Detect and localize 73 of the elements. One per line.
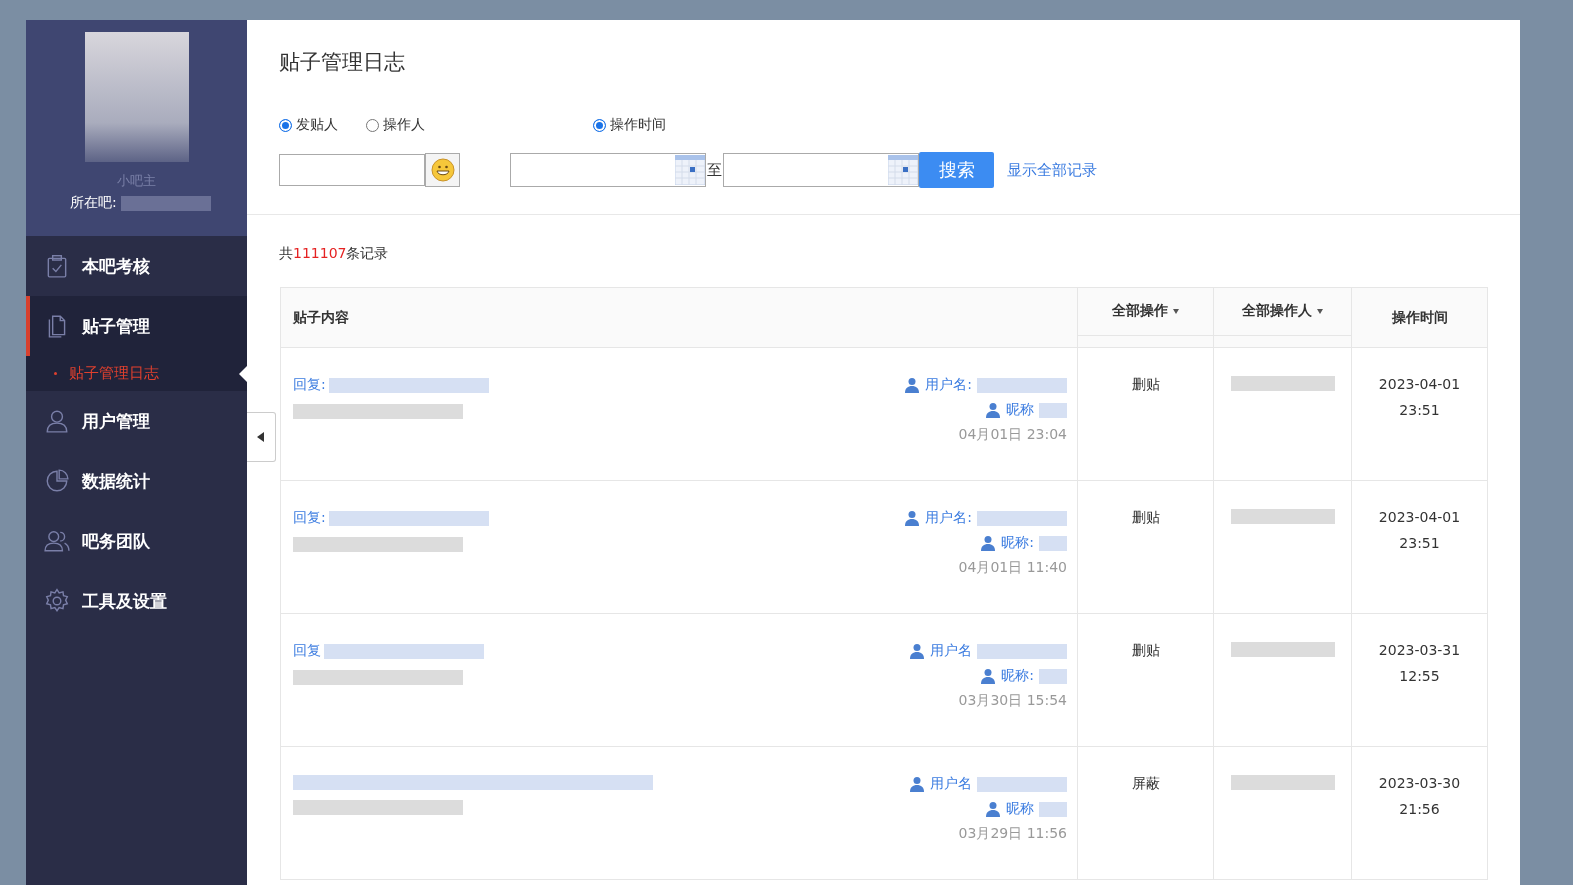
post-time: 03月29日 11:56 (958, 825, 1067, 843)
nickname-label: 昵称 (1006, 800, 1034, 818)
reply-link[interactable]: 回复: (293, 376, 326, 394)
menu-item[interactable]: 本吧考核 (26, 236, 247, 296)
column-header: 贴子内容 (281, 288, 1078, 348)
menu-item[interactable]: 数据统计 (26, 451, 247, 511)
record-count: 共111107条记录 (279, 245, 390, 263)
radio-button[interactable] (593, 118, 606, 132)
calendar-icon[interactable] (675, 155, 705, 185)
emoji-button[interactable] (425, 153, 460, 187)
pie-chart-icon (44, 468, 70, 494)
redacted-block (1039, 535, 1067, 551)
smiley-icon (430, 158, 455, 182)
operation-clock: 23:51 (1399, 402, 1440, 418)
nickname-label: 昵称: (1001, 667, 1034, 685)
operation-clock: 12:55 (1399, 668, 1440, 684)
user-icon (904, 510, 921, 526)
user-icon (980, 535, 997, 551)
redacted-block (1039, 402, 1067, 418)
show-all-link[interactable]: 显示全部记录 (1007, 160, 1097, 180)
reply-link[interactable]: 回复: (293, 509, 326, 527)
menu-item[interactable]: 用户管理 (26, 391, 247, 451)
calendar-icon[interactable] (888, 155, 918, 185)
column-header[interactable]: 全部操作人 (1214, 288, 1352, 348)
operation-date: 2023-04-01 (1378, 509, 1461, 525)
radio-button[interactable] (366, 118, 379, 132)
operation-date: 2023-04-01 (1378, 376, 1461, 392)
action-cell: 删贴 (1131, 376, 1160, 394)
column-header[interactable]: 全部操作 (1078, 288, 1214, 348)
menu-item[interactable]: 吧务团队 (26, 511, 247, 571)
reply-link[interactable]: 回复 (293, 642, 321, 660)
start-date-field[interactable] (510, 153, 706, 187)
person-icon (44, 408, 70, 434)
menu-item[interactable]: 工具及设置 (26, 571, 247, 631)
operation-date: 2023-03-30 (1378, 775, 1461, 791)
user-icon (985, 801, 1001, 817)
column-header: 操作时间 (1352, 288, 1487, 348)
settings-icon (44, 588, 70, 614)
user-icon (980, 668, 997, 684)
post-time: 04月01日 23:04 (958, 426, 1067, 444)
username-label: 用户名 (930, 642, 972, 660)
action-cell: 删贴 (1131, 509, 1160, 527)
page-title: 贴子管理日志 (279, 49, 406, 76)
user-icon (909, 643, 925, 659)
collapse-button[interactable] (247, 412, 276, 462)
user-icon (904, 377, 921, 393)
username-label: 用户名: (925, 509, 972, 527)
radio-button[interactable] (279, 118, 292, 132)
username-label: 用户名 (930, 775, 972, 793)
action-cell: 删贴 (1131, 642, 1160, 660)
redacted-block (1039, 668, 1067, 684)
user-icon (909, 776, 925, 792)
poster-input[interactable] (279, 154, 425, 186)
operation-date: 2023-03-31 (1378, 642, 1461, 658)
menu-item[interactable]: 贴子管理 (26, 296, 247, 356)
user-icon (985, 402, 1001, 418)
post-time: 04月01日 11:40 (958, 559, 1067, 577)
end-date-field[interactable] (723, 153, 919, 187)
post-time: 03月30日 15:54 (958, 692, 1067, 710)
nickname-label: 昵称: (1001, 534, 1034, 552)
nickname-label: 昵称 (1006, 401, 1034, 419)
people-icon (44, 528, 70, 554)
action-cell: 屏蔽 (1131, 775, 1160, 793)
operation-clock: 23:51 (1399, 535, 1440, 551)
radio-option[interactable]: 操作人 (366, 116, 425, 134)
radio-option[interactable]: 操作时间 (593, 116, 666, 134)
submenu-item[interactable]: 贴子管理日志 (26, 356, 247, 391)
range-separator: 至 (707, 160, 722, 180)
operation-clock: 21:56 (1399, 801, 1440, 817)
redacted-block (1039, 801, 1067, 817)
username-label: 用户名: (925, 376, 972, 394)
radio-option[interactable]: 发贴人 (279, 116, 338, 134)
forum-label: 所在吧: (70, 194, 117, 212)
